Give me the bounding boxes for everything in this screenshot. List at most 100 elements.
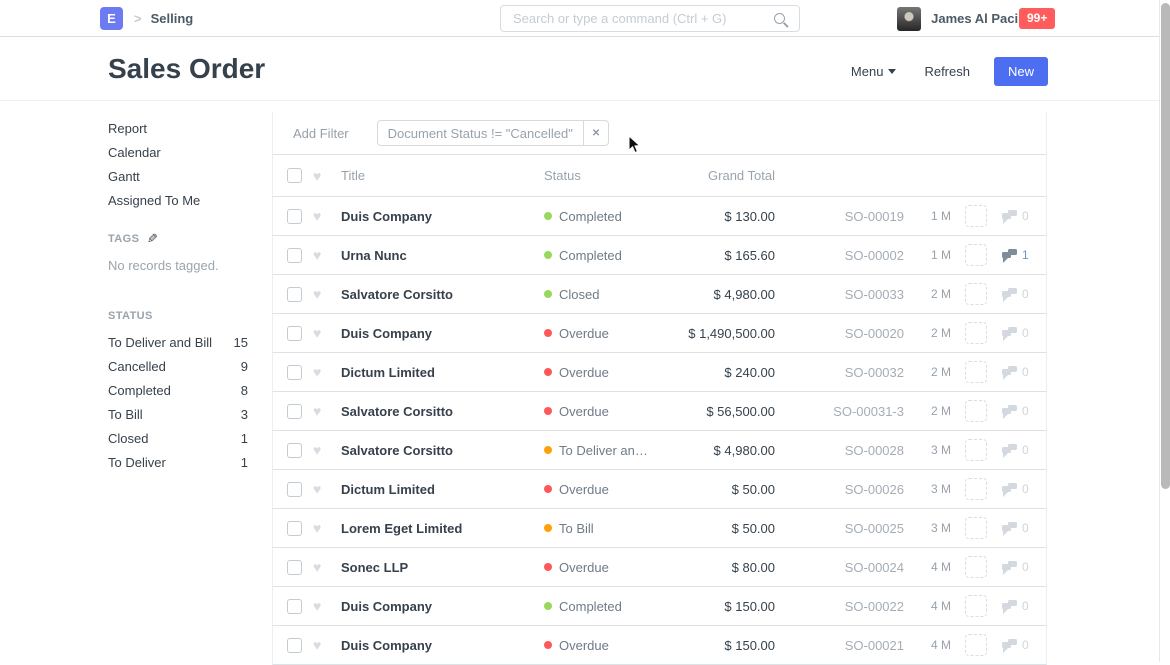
row-title[interactable]: Salvatore Corsitto (341, 287, 539, 302)
assign-placeholder[interactable] (965, 322, 987, 344)
select-all-checkbox[interactable] (287, 168, 302, 183)
like-icon[interactable] (313, 403, 341, 419)
sidebar-status-filter[interactable]: Cancelled 9 (108, 360, 248, 373)
like-icon[interactable] (313, 325, 341, 341)
status-label: To Bill (559, 521, 594, 536)
like-icon[interactable] (313, 364, 341, 380)
assign-placeholder[interactable] (965, 478, 987, 500)
table-row[interactable]: Duis Company Overdue $ 1,490,500.00 SO-0… (272, 314, 1047, 353)
sidebar-status-filter[interactable]: Closed 1 (108, 432, 248, 445)
assign-placeholder[interactable] (965, 595, 987, 617)
row-checkbox[interactable] (287, 209, 302, 224)
row-title[interactable]: Dictum Limited (341, 365, 539, 380)
assign-placeholder[interactable] (965, 556, 987, 578)
row-title[interactable]: Salvatore Corsitto (341, 443, 539, 458)
add-filter-button[interactable]: Add Filter (293, 126, 349, 141)
assign-placeholder[interactable] (965, 283, 987, 305)
sidebar-status-filter[interactable]: To Bill 3 (108, 408, 248, 421)
assign-placeholder[interactable] (965, 244, 987, 266)
like-icon[interactable] (313, 442, 341, 458)
assign-placeholder[interactable] (965, 400, 987, 422)
table-row[interactable]: Duis Company Completed $ 150.00 SO-00022… (272, 587, 1047, 626)
table-row[interactable]: Dictum Limited Overdue $ 50.00 SO-00026 … (272, 470, 1047, 509)
row-checkbox[interactable] (287, 326, 302, 341)
like-filter-icon[interactable] (313, 168, 341, 184)
status-label: Overdue (559, 404, 609, 419)
assign-placeholder[interactable] (965, 361, 987, 383)
scrollbar-thumb[interactable] (1161, 3, 1170, 489)
row-grand-total: $ 50.00 (665, 521, 775, 536)
assign-placeholder[interactable] (965, 517, 987, 539)
sidebar-status-filter[interactable]: Completed 8 (108, 384, 248, 397)
status-dot-icon (544, 485, 552, 493)
like-icon[interactable] (313, 559, 341, 575)
app-logo[interactable]: E (100, 7, 123, 30)
user-avatar[interactable] (897, 7, 921, 31)
notification-badge[interactable]: 99+ (1019, 8, 1055, 29)
status-label: To Deliver an… (559, 443, 648, 458)
refresh-button[interactable]: Refresh (924, 64, 970, 79)
like-icon[interactable] (313, 520, 341, 536)
status-dot-icon (544, 212, 552, 220)
sidebar-link[interactable]: Calendar (108, 146, 248, 159)
comment-icon (1002, 600, 1017, 613)
row-title[interactable]: Sonec LLP (341, 560, 539, 575)
row-checkbox[interactable] (287, 404, 302, 419)
row-checkbox[interactable] (287, 287, 302, 302)
row-id: SO-00026 (775, 482, 904, 497)
breadcrumb[interactable]: Selling (151, 11, 194, 26)
filter-chip[interactable]: Document Status != "Cancelled" (377, 120, 610, 146)
like-icon[interactable] (313, 208, 341, 224)
row-title[interactable]: Duis Company (341, 638, 539, 653)
edit-tags-icon[interactable] (147, 231, 158, 247)
like-icon[interactable] (313, 481, 341, 497)
row-checkbox[interactable] (287, 248, 302, 263)
assign-placeholder[interactable] (965, 439, 987, 461)
menu-button[interactable]: Menu (851, 64, 897, 79)
row-checkbox[interactable] (287, 443, 302, 458)
table-row[interactable]: Urna Nunc Completed $ 165.60 SO-00002 1 … (272, 236, 1047, 275)
table-row[interactable]: Lorem Eget Limited To Bill $ 50.00 SO-00… (272, 509, 1047, 548)
row-checkbox[interactable] (287, 560, 302, 575)
table-row[interactable]: Duis Company Completed $ 130.00 SO-00019… (272, 197, 1047, 236)
row-modified-age: 3 M (904, 482, 960, 496)
table-row[interactable]: Duis Company Overdue $ 150.00 SO-00021 4… (272, 626, 1047, 665)
row-status: Overdue (539, 326, 665, 341)
like-icon[interactable] (313, 637, 341, 653)
sidebar-status-filter[interactable]: To Deliver and Bill 15 (108, 336, 248, 349)
status-dot-icon (544, 641, 552, 649)
row-title[interactable]: Salvatore Corsitto (341, 404, 539, 419)
table-row[interactable]: Dictum Limited Overdue $ 240.00 SO-00032… (272, 353, 1047, 392)
row-modified-age: 2 M (904, 404, 960, 418)
assign-placeholder[interactable] (965, 634, 987, 656)
like-icon[interactable] (313, 247, 341, 263)
like-icon[interactable] (313, 286, 341, 302)
comment-count: 0 (1022, 599, 1029, 613)
remove-filter-icon[interactable] (583, 121, 608, 145)
status-dot-icon (544, 251, 552, 259)
assign-placeholder[interactable] (965, 205, 987, 227)
table-row[interactable]: Salvatore Corsitto To Deliver an… $ 4,98… (272, 431, 1047, 470)
table-row[interactable]: Salvatore Corsitto Overdue $ 56,500.00 S… (272, 392, 1047, 431)
row-title[interactable]: Duis Company (341, 326, 539, 341)
new-button[interactable]: New (994, 57, 1048, 86)
row-checkbox[interactable] (287, 599, 302, 614)
sidebar-link[interactable]: Report (108, 122, 248, 135)
row-checkbox[interactable] (287, 638, 302, 653)
search-input[interactable] (501, 11, 774, 26)
row-checkbox[interactable] (287, 482, 302, 497)
table-row[interactable]: Sonec LLP Overdue $ 80.00 SO-00024 4 M 0 (272, 548, 1047, 587)
like-icon[interactable] (313, 598, 341, 614)
sidebar-status-filter[interactable]: To Deliver 1 (108, 456, 248, 469)
row-title[interactable]: Dictum Limited (341, 482, 539, 497)
row-checkbox[interactable] (287, 365, 302, 380)
row-id: SO-00022 (775, 599, 904, 614)
sidebar-link[interactable]: Gantt (108, 170, 248, 183)
row-checkbox[interactable] (287, 521, 302, 536)
sidebar-link[interactable]: Assigned To Me (108, 194, 248, 207)
table-row[interactable]: Salvatore Corsitto Closed $ 4,980.00 SO-… (272, 275, 1047, 314)
row-title[interactable]: Lorem Eget Limited (341, 521, 539, 536)
row-title[interactable]: Urna Nunc (341, 248, 539, 263)
row-title[interactable]: Duis Company (341, 599, 539, 614)
row-title[interactable]: Duis Company (341, 209, 539, 224)
